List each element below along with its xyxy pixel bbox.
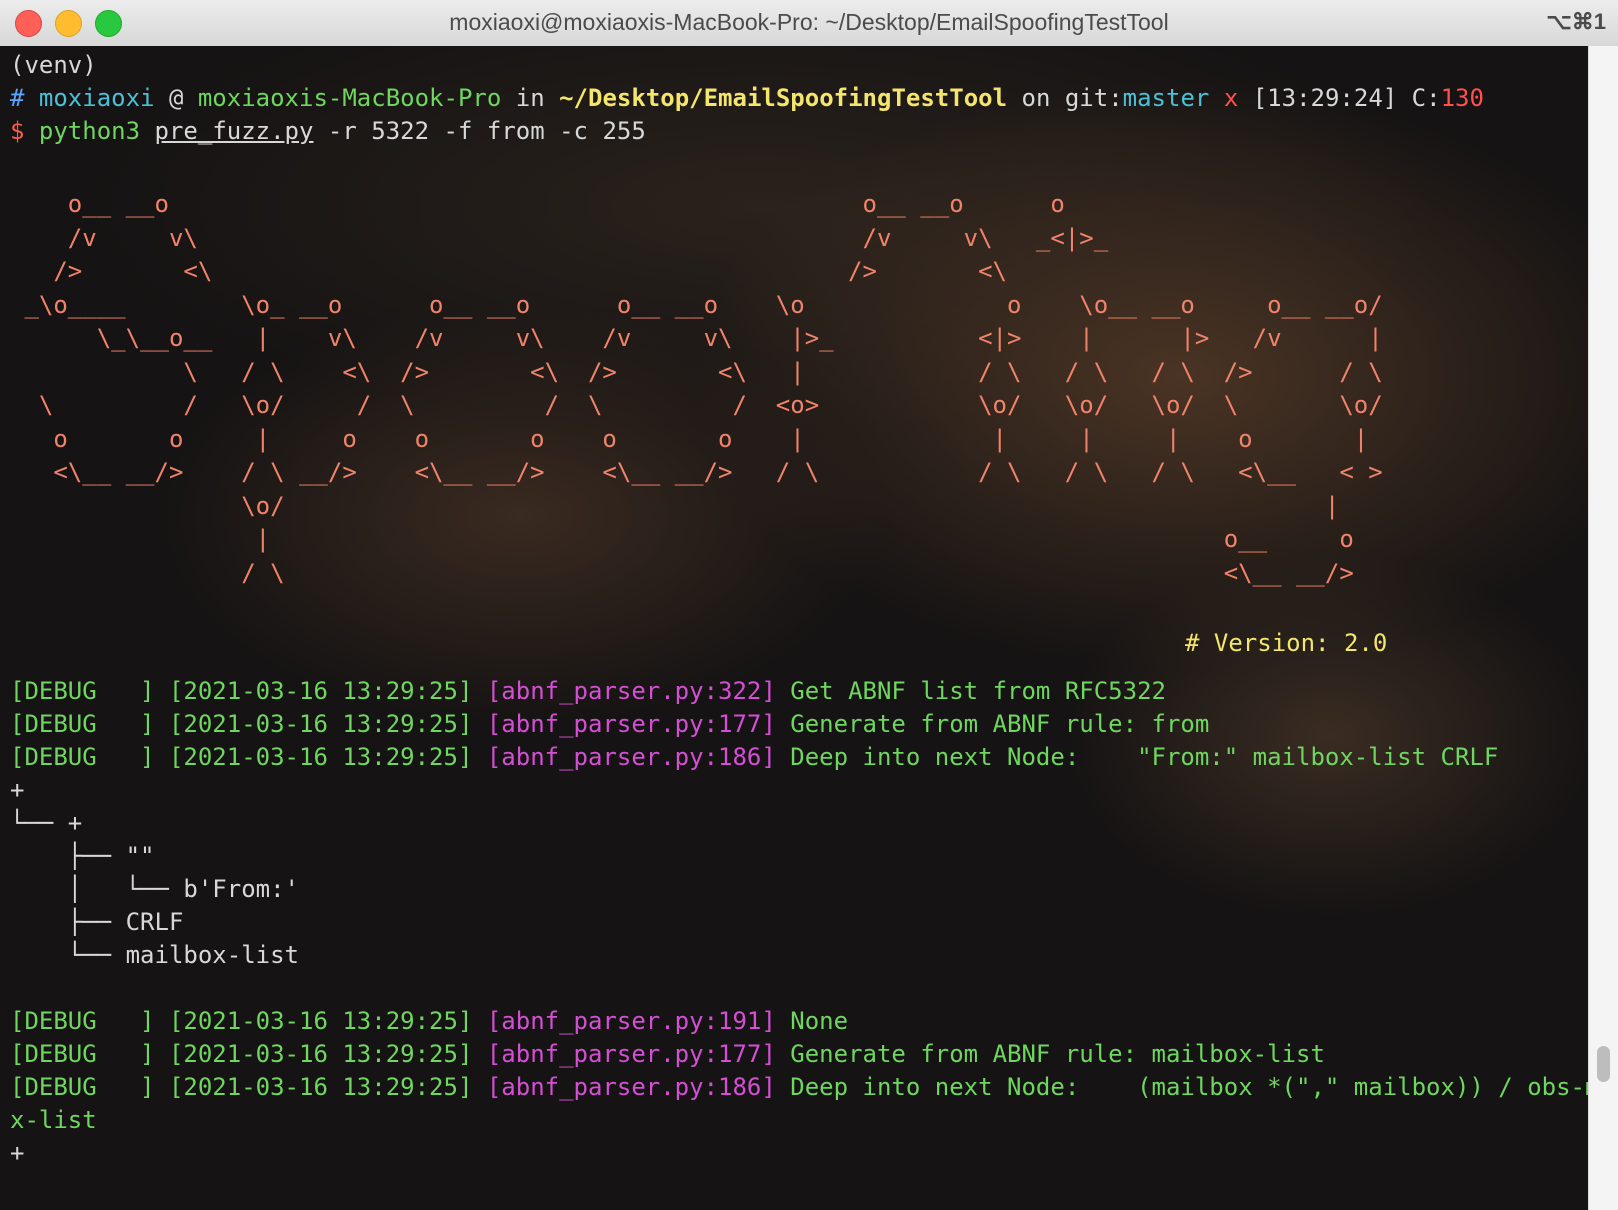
window-shortcut: ⌥⌘1: [1546, 9, 1606, 34]
terminal-window: moxiaoxi@moxiaoxis-MacBook-Pro: ~/Deskto…: [0, 0, 1618, 1210]
log-line: [DEBUG ] [2021-03-16 13:29:25] [abnf_par…: [10, 1040, 1325, 1068]
tree-line: └── +: [10, 809, 83, 837]
prompt-host: moxiaoxis-MacBook-Pro: [197, 84, 502, 112]
tree-line: ├── CRLF: [10, 908, 184, 936]
log-line: [DEBUG ] [2021-03-16 13:29:25] [abnf_par…: [10, 1073, 1588, 1101]
ascii-banner: o__ __o o__ __o o /v v\ /v v\ _<|>_ /> <…: [24, 190, 1383, 587]
tree-line: └── mailbox-list: [10, 941, 299, 969]
command-args: -r 5322 -f from -c 255: [327, 117, 646, 145]
venv-label: (venv): [10, 51, 97, 79]
scrollbar-thumb[interactable]: [1597, 1046, 1610, 1082]
prompt-time: [13:29:24]: [1252, 84, 1398, 112]
prompt-branch: master: [1122, 84, 1210, 112]
prompt-git: git:: [1064, 84, 1123, 112]
tree-line: │ └── b'From:': [10, 875, 299, 903]
terminal-content[interactable]: (venv) # moxiaoxi @ moxiaoxis-MacBook-Pr…: [0, 46, 1588, 1210]
prompt-symbol: $: [10, 117, 25, 145]
prompt-exit-code: 130: [1440, 84, 1484, 112]
vertical-scrollbar[interactable]: [1588, 46, 1618, 1210]
log-line: [DEBUG ] [2021-03-16 13:29:25] [abnf_par…: [10, 1007, 849, 1035]
prompt-at: @: [168, 84, 184, 112]
window-title: moxiaoxi@moxiaoxis-MacBook-Pro: ~/Deskto…: [449, 9, 1169, 35]
prompt-dirty-mark: x: [1223, 84, 1239, 112]
prompt-code-label: C:: [1411, 84, 1441, 112]
log-line: [DEBUG ] [2021-03-16 13:29:25] [abnf_par…: [10, 743, 1499, 771]
command-file[interactable]: pre_fuzz.py: [155, 117, 314, 145]
log-line: [DEBUG ] [2021-03-16 13:29:25] [abnf_par…: [10, 677, 1166, 705]
prompt-user: moxiaoxi: [38, 84, 155, 112]
prompt-line: # moxiaoxi @ moxiaoxis-MacBook-Pro in ~/…: [10, 81, 1484, 115]
prompt-on: on: [1021, 84, 1051, 112]
prompt-in: in: [515, 84, 545, 112]
tree-line: ├── "": [10, 842, 155, 870]
prompt-hash: #: [10, 84, 25, 112]
command-line: $ python3 pre_fuzz.py -r 5322 -f from -c…: [10, 114, 646, 148]
tree-line: +: [10, 776, 25, 804]
log-line: [DEBUG ] [2021-03-16 13:29:25] [abnf_par…: [10, 710, 1210, 738]
version-label: # Version: 2.0: [1185, 629, 1388, 657]
tree-root-line: +: [10, 1139, 25, 1167]
title-bar: moxiaoxi@moxiaoxis-MacBook-Pro: ~/Deskto…: [0, 0, 1618, 47]
prompt-path: ~/Desktop/EmailSpoofingTestTool: [559, 84, 1008, 112]
log-wrap-line: x-list: [10, 1106, 97, 1134]
command-name: python3: [38, 117, 141, 145]
